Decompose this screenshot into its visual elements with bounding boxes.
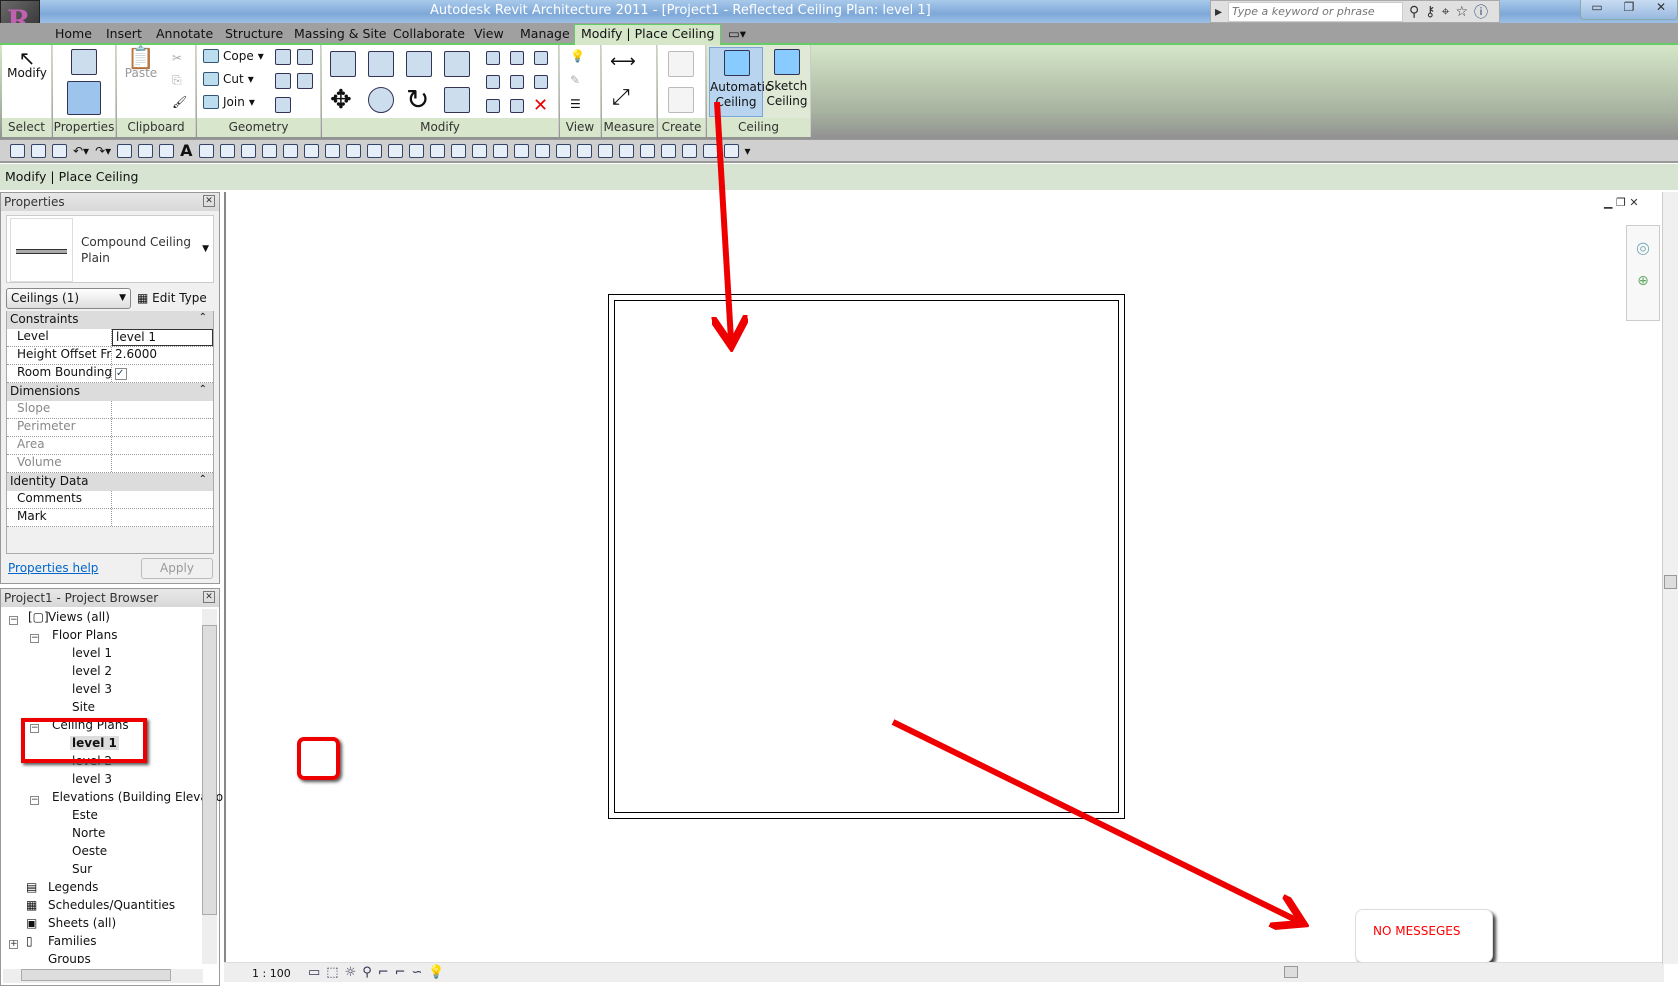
view-controls-icons[interactable]: ▭⬚☼⚲⌐⌐∽💡 [308,965,451,980]
arrow-to-automatic-ceiling [717,101,731,340]
view-control-bar: 1 : 100 ▭⬚☼⚲⌐⌐∽💡 [224,962,1664,982]
annotation-arrows [0,101,1678,986]
canvas-vertical-scrollbar[interactable] [1662,192,1678,964]
message-box: NO MESSEGES [1355,909,1493,963]
canvas-horizontal-scrollbar[interactable] [474,965,1654,980]
view-scale[interactable]: 1 : 100 [252,967,291,980]
arrow-to-messages [891,719,1298,921]
